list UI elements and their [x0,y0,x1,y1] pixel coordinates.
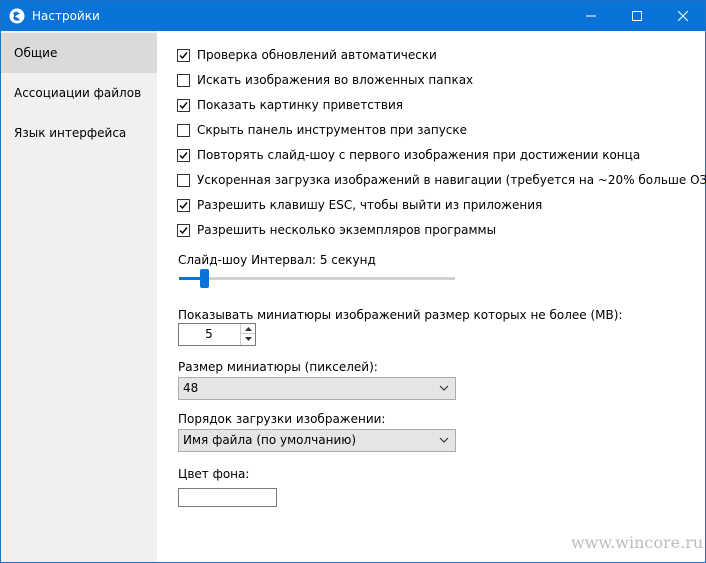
load-order-select[interactable]: Имя файла (по умолчанию) [178,429,456,452]
slideshow-slider-thumb[interactable] [200,269,209,288]
checkbox[interactable] [177,48,190,62]
arrow-down-icon [244,337,252,341]
checkbox-row[interactable]: Повторять слайд-шоу с первого изображени… [177,146,640,164]
checkbox-label: Искать изображения во вложенных папках [197,73,474,87]
thumbnail-size-value: 48 [183,381,199,395]
thumbnail-size-label: Размер миниатюры (пикселей): [178,360,378,374]
load-order-label: Порядок загрузки изображении: [178,412,386,426]
stepper-down-button[interactable] [241,334,255,344]
checkbox[interactable] [177,148,190,162]
sidebar-item-file-associations[interactable]: Ассоциации файлов [1,73,157,113]
checkbox[interactable] [177,223,190,237]
close-icon [678,11,688,21]
checkbox-row[interactable]: Скрыть панель инструментов при запуске [177,121,467,139]
stepper-up-button[interactable] [241,324,255,334]
thumbnail-limit-value[interactable]: 5 [179,324,239,345]
checkmark-icon [179,51,188,59]
thumbnail-size-select[interactable]: 48 [178,377,456,400]
chevron-down-icon [439,437,449,443]
maximize-button[interactable] [614,1,660,31]
checkbox[interactable] [177,123,190,137]
maximize-icon [632,11,642,21]
checkbox-label: Ускоренная загрузка изображений в навига… [197,173,706,187]
thumbnail-limit-label: Показывать миниатюры изображений размер … [178,308,623,322]
chevron-down-icon [439,385,449,391]
slideshow-interval-label: Слайд-шоу Интервал: 5 секунд [178,253,376,267]
watermark: www.wincore.ru [571,533,704,552]
checkmark-icon [179,101,188,109]
background-color-picker[interactable] [178,488,277,507]
checkbox[interactable] [177,73,190,87]
checkmark-icon [179,201,188,209]
settings-content: Проверка обновлений автоматически Искать … [157,31,706,562]
checkbox-label: Показать картинку приветствия [197,98,403,112]
minimize-icon [586,15,596,17]
checkmark-icon [179,226,188,234]
window-title: Настройки [32,9,100,23]
checkbox-label: Скрыть панель инструментов при запуске [197,123,468,137]
app-icon [9,8,25,24]
checkbox[interactable] [177,173,190,187]
checkbox-row[interactable]: Показать картинку приветствия [177,96,403,114]
title-bar[interactable]: Настройки [1,1,705,31]
checkbox-label: Разрешить несколько экземпляров программ… [197,223,497,237]
checkbox[interactable] [177,198,190,212]
stepper-buttons [240,324,255,345]
load-order-value: Имя файла (по умолчанию) [183,433,357,447]
checkbox-row[interactable]: Ускоренная загрузка изображений в навига… [177,171,706,189]
checkbox-label: Проверка обновлений автоматически [197,48,437,62]
checkbox-label: Разрешить клавишу ESC, чтобы выйти из пр… [197,198,543,212]
sidebar-item-general[interactable]: Общие [1,33,157,73]
sidebar-item-language[interactable]: Язык интерфейса [1,113,157,153]
slideshow-slider-track[interactable] [179,277,455,280]
checkmark-icon [179,151,188,159]
background-color-label: Цвет фона: [178,467,250,481]
settings-window: Настройки Общие Ассоциации файлов Язык и… [0,0,706,563]
thumbnail-limit-stepper[interactable]: 5 [178,323,256,346]
close-button[interactable] [660,1,706,31]
checkbox-row[interactable]: Разрешить клавишу ESC, чтобы выйти из пр… [177,196,542,214]
sidebar: Общие Ассоциации файлов Язык интерфейса [1,31,157,562]
checkbox[interactable] [177,98,190,112]
checkbox-row[interactable]: Проверка обновлений автоматически [177,46,437,64]
minimize-button[interactable] [568,1,614,31]
arrow-up-icon [244,326,252,331]
checkbox-label: Повторять слайд-шоу с первого изображени… [197,148,641,162]
checkbox-row[interactable]: Искать изображения во вложенных папках [177,71,473,89]
checkbox-row[interactable]: Разрешить несколько экземпляров программ… [177,221,496,239]
